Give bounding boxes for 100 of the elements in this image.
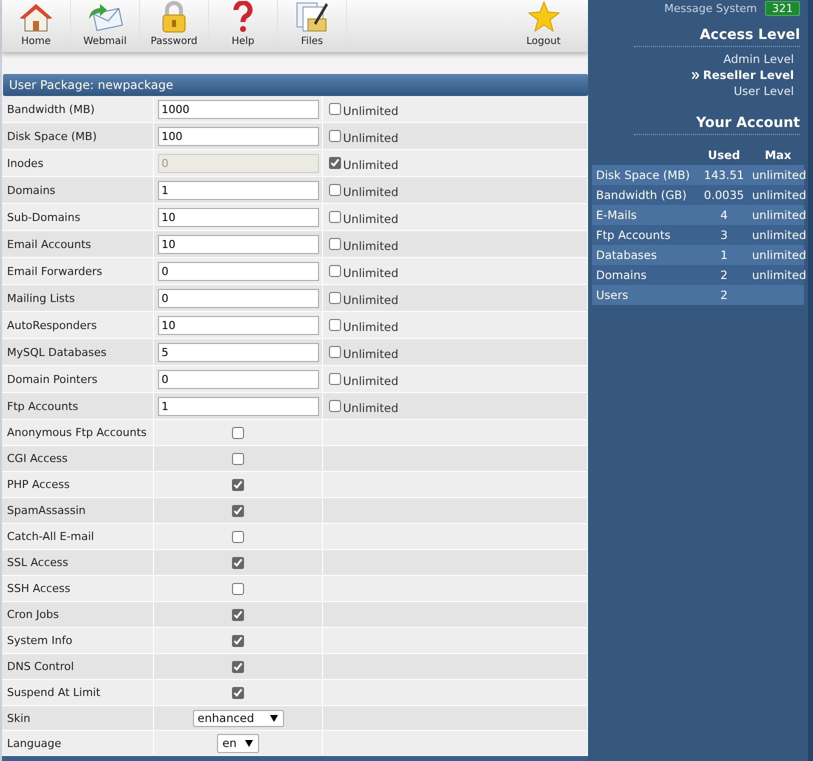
input-field[interactable]: 5: [158, 342, 318, 362]
table-cell-text: Domains: [595, 268, 648, 282]
question-mark-icon: [232, 1, 254, 33]
table-cell: unlimited: [752, 268, 806, 282]
field-label: Domains: [7, 184, 56, 196]
dropdown[interactable]: enhanced: [192, 710, 284, 726]
input-field[interactable]: 0: [158, 370, 318, 388]
checkbox[interactable]: [329, 265, 341, 277]
caret-icon: [244, 740, 253, 746]
field-label: SSH Access: [7, 582, 70, 595]
table-cell-text: Ftp Accounts: [595, 228, 672, 242]
input-field[interactable]: 10: [158, 208, 318, 226]
toolbar-button[interactable]: Logout: [509, 0, 578, 52]
field-label: Catch-All E-mail: [7, 530, 94, 543]
checkbox[interactable]: [232, 686, 244, 698]
column-header: Used: [708, 148, 740, 162]
checkbox[interactable]: [232, 426, 244, 438]
column-header: Max: [764, 148, 792, 162]
field-label: Anonymous Ftp Accounts: [7, 426, 147, 439]
table-cell-text: 4: [719, 208, 729, 222]
double-chevron-icon: [692, 72, 699, 78]
field-label: Inodes: [7, 156, 44, 170]
checkbox[interactable]: [329, 292, 341, 304]
checkbox[interactable]: [329, 346, 341, 358]
field-label: Suspend At Limit: [7, 686, 100, 699]
input-field[interactable]: 1000: [158, 100, 318, 118]
checkbox[interactable]: [232, 608, 244, 620]
checkbox[interactable]: [329, 157, 341, 169]
input-field[interactable]: 0: [158, 288, 318, 308]
checkbox[interactable]: [329, 103, 341, 115]
checkbox[interactable]: [232, 634, 244, 646]
table-cell-text: 143.51: [702, 168, 746, 182]
checkbox[interactable]: [329, 211, 341, 223]
table-cell-text: 3: [719, 228, 729, 242]
star-icon: [528, 1, 560, 33]
field-label: PHP Access: [7, 478, 70, 491]
padlock-icon: [160, 1, 188, 33]
message-system-link[interactable]: Message System: [664, 2, 757, 14]
section-header: User Package: newpackage: [3, 74, 588, 96]
checkbox[interactable]: [232, 556, 244, 568]
field-label: Ftp Accounts: [7, 400, 78, 412]
checkbox-label: Unlimited: [343, 184, 398, 198]
field-label: Mailing Lists: [7, 292, 75, 304]
checkbox[interactable]: [329, 238, 341, 250]
field-label: Email Accounts: [7, 238, 92, 250]
table-cell: unlimited: [752, 208, 806, 222]
toolbar-button[interactable]: Help: [209, 0, 278, 52]
field-label: SpamAssassin: [7, 504, 86, 517]
checkbox[interactable]: [329, 130, 341, 142]
table-cell: unlimited: [752, 248, 806, 262]
checkbox-label: Unlimited: [343, 400, 398, 414]
table-cell-text: 2: [719, 288, 729, 302]
dropdown[interactable]: en: [217, 734, 259, 752]
field-label: Email Forwarders: [7, 264, 102, 278]
table-cell-text: 2: [719, 268, 729, 282]
sidebar-heading: Access Level: [698, 27, 801, 43]
table-cell: unlimited: [752, 188, 806, 202]
checkbox[interactable]: [232, 478, 244, 490]
access-level-link[interactable]: Admin Level: [592, 51, 804, 67]
field-label: AutoResponders: [7, 318, 97, 332]
checkbox[interactable]: [232, 582, 244, 594]
caret-icon: [270, 714, 278, 722]
house-icon: [19, 3, 53, 33]
checkbox[interactable]: [329, 400, 341, 412]
field-label: Language: [7, 736, 62, 750]
input-field[interactable]: 1: [158, 396, 318, 416]
message-count: 321: [765, 0, 800, 16]
toolbar-button[interactable]: Password: [140, 0, 209, 52]
input-field[interactable]: 100: [158, 126, 318, 146]
toolbar-button[interactable]: Files: [278, 0, 347, 52]
sidebar-heading: Your Account: [695, 115, 801, 131]
toolbar-button[interactable]: Home: [2, 0, 71, 52]
field-label: Bandwidth (MB): [7, 102, 95, 116]
toolbar-button[interactable]: Webmail: [71, 0, 140, 52]
checkbox-label: Unlimited: [343, 104, 398, 118]
checkbox[interactable]: [329, 373, 341, 385]
field-label: MySQL Databases: [7, 346, 106, 358]
documents-pen-icon: [294, 1, 330, 33]
input-field[interactable]: 10: [158, 234, 318, 254]
checkbox-label: Unlimited: [343, 212, 398, 226]
field-label: Cron Jobs: [7, 608, 59, 621]
checkbox[interactable]: [329, 184, 341, 196]
checkbox-label: Unlimited: [343, 346, 398, 360]
checkbox-label: Unlimited: [343, 158, 398, 172]
checkbox[interactable]: [232, 504, 244, 516]
field-label: Disk Space (MB): [7, 130, 97, 142]
checkbox[interactable]: [232, 452, 244, 464]
access-level-link[interactable]: User Level: [592, 83, 804, 99]
checkbox[interactable]: [232, 530, 244, 542]
access-level-link[interactable]: Reseller Level: [592, 67, 804, 83]
table-cell-text: Users: [595, 288, 630, 302]
table-cell-text: 1: [719, 248, 729, 262]
input-field[interactable]: 1: [158, 180, 318, 200]
checkbox-label: Unlimited: [343, 238, 398, 252]
checkbox[interactable]: [232, 660, 244, 672]
checkbox[interactable]: [329, 319, 341, 331]
field-label: Domain Pointers: [7, 372, 98, 386]
checkbox-label: Unlimited: [343, 320, 398, 334]
input-field[interactable]: 10: [158, 316, 318, 334]
input-field[interactable]: 0: [158, 262, 318, 280]
